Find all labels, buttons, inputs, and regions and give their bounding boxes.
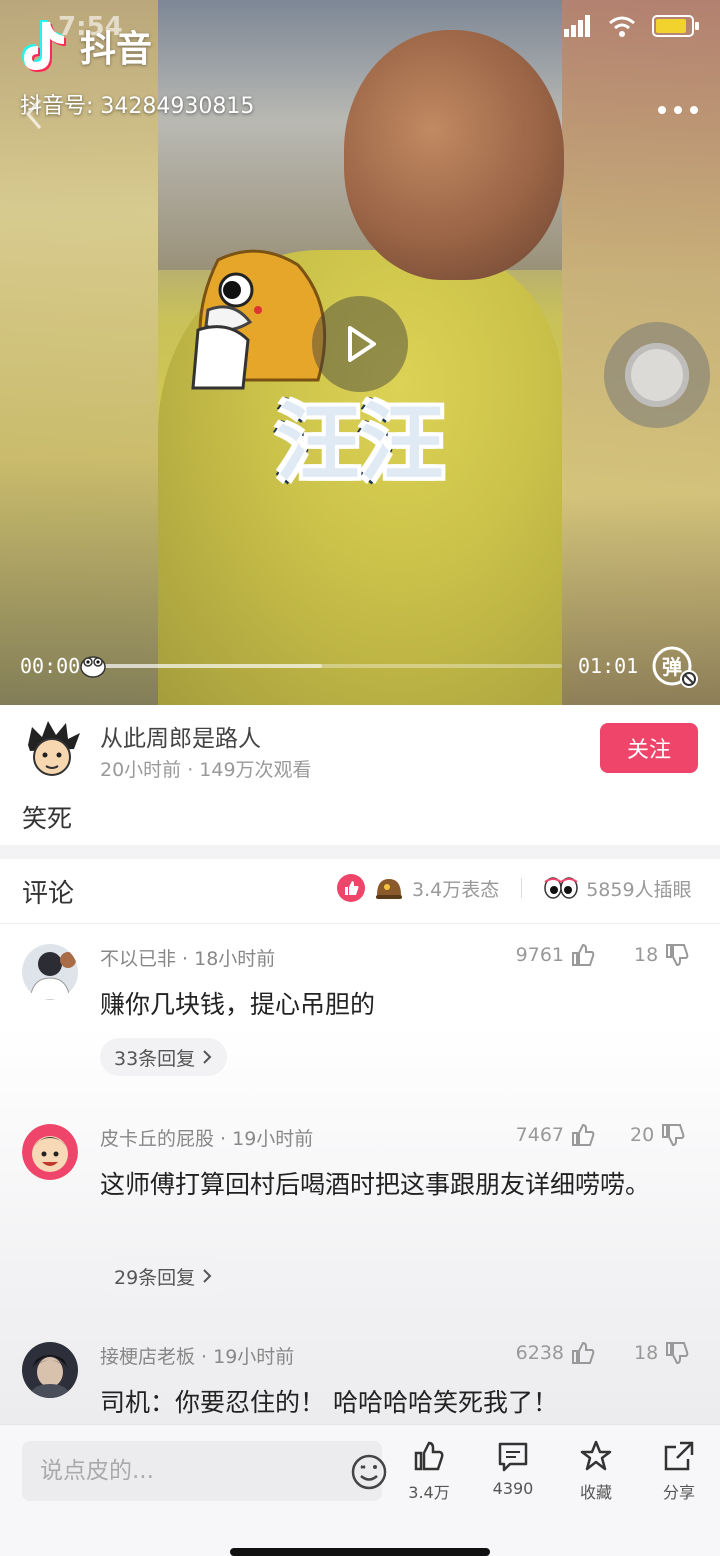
account-id: 抖音号: 34284930815 — [20, 94, 255, 119]
comment-bubble-icon — [498, 1442, 528, 1472]
floating-assistive-button[interactable] — [604, 322, 710, 428]
favorite-action[interactable]: 收藏 — [561, 1439, 631, 1503]
comment-replies-button[interactable]: 29条回复 — [100, 1257, 228, 1295]
comment-text: 这师傅打算回村后喝酒时把这事跟朋友详细唠唠。 — [100, 1170, 651, 1199]
comment-replies-label: 33条回复 — [114, 1047, 196, 1070]
progress-knob-frog-icon[interactable] — [80, 652, 106, 678]
wifi-icon — [609, 16, 635, 37]
share-label: 分享 — [662, 1483, 695, 1502]
app-logo: 抖音 — [20, 18, 152, 74]
video-caption: 笑死 — [22, 804, 73, 833]
more-options-icon[interactable] — [656, 100, 700, 120]
like-action[interactable]: 3.4万 — [394, 1439, 464, 1503]
duration: 01:01 — [578, 654, 639, 678]
comment-dislike-count: 18 — [634, 1342, 659, 1364]
author-section: 从此周郎是路人 20小时前 · 149万次观看 关注 笑死 — [0, 705, 720, 845]
video-person-head — [344, 30, 564, 280]
status-icons — [564, 14, 700, 38]
home-indicator[interactable] — [230, 1548, 490, 1556]
comment-like-count: 7467 — [515, 1124, 564, 1146]
back-icon[interactable] — [22, 96, 46, 132]
comment-like-button[interactable]: 9761 — [0, 942, 596, 968]
thumbs-up-icon — [572, 1341, 595, 1364]
app-logo-text: 抖音 — [80, 29, 153, 70]
comment-dislike-count: 18 — [634, 944, 659, 966]
comment-item: 接梗店老板 · 19小时前 6238 18 司机：你要忍住的！ 哈哈哈哈笑死我了… — [0, 1322, 720, 1424]
bottom-bar: 3.4万 4390 收藏 分享 — [0, 1424, 720, 1556]
chevron-right-icon — [203, 1269, 212, 1283]
tiktok-note-icon — [22, 20, 66, 72]
thumbs-up-icon — [572, 1123, 595, 1146]
floating-button-core — [625, 343, 689, 407]
helmet-reaction-icon — [376, 879, 402, 899]
danmaku-label: 弹 — [662, 655, 682, 679]
comment-item: 皮卡丘的屁股 · 19小时前 7467 20 这师傅打算回村后喝酒时把这事跟朋友… — [0, 1104, 720, 1326]
comment-text: 司机：你要忍住的！ 哈哈哈哈笑死我了！ — [100, 1388, 558, 1417]
author-meta: 20小时前 · 149万次观看 — [100, 759, 312, 781]
eyes-count: 5859人插眼 — [586, 878, 692, 901]
play-icon — [348, 326, 376, 362]
star-icon — [580, 1440, 612, 1471]
reactions-summary[interactable]: 3.4万表态 5859人插眼 — [336, 873, 692, 903]
comment-dislike-button[interactable]: 20 — [630, 1122, 710, 1148]
like-reaction-icon — [337, 874, 365, 902]
follow-button[interactable]: 关注 — [600, 723, 698, 773]
author-name[interactable]: 从此周郎是路人 — [100, 719, 261, 753]
comment-replies-button[interactable]: 33条回复 — [100, 1038, 228, 1076]
comment-like-count: 9761 — [515, 944, 564, 966]
favorite-label: 收藏 — [579, 1483, 612, 1502]
danmaku-toggle-button[interactable]: 弹 — [652, 646, 700, 690]
duck-sticker — [191, 249, 327, 390]
signal-icon — [564, 15, 590, 37]
thumbs-up-icon — [414, 1441, 444, 1471]
reactions-separator — [521, 878, 523, 898]
share-action[interactable]: 分享 — [644, 1439, 714, 1503]
battery-icon — [652, 15, 699, 37]
video-player[interactable]: 汪汪 7:54 抖音 抖音号: 34284930815 00:00 01:01 … — [0, 0, 720, 705]
play-button[interactable] — [312, 296, 408, 392]
comment-dislike-button[interactable]: 18 — [634, 942, 714, 968]
comment-like-count: 6238 — [515, 1342, 564, 1364]
comment-action[interactable]: 4390 — [478, 1439, 548, 1498]
comment-like-button[interactable]: 6238 — [0, 1340, 596, 1366]
current-time: 00:00 — [20, 654, 81, 678]
chevron-right-icon — [203, 1050, 212, 1064]
reactions-count: 3.4万表态 — [412, 878, 500, 901]
eyes-icon — [544, 877, 578, 899]
comment-action-count: 4390 — [492, 1479, 534, 1498]
comments-header: 评论 3.4万表态 5859人插眼 — [0, 859, 720, 923]
comment-text: 赚你几块钱，提心吊胆的 — [100, 990, 376, 1019]
comments-title: 评论 — [22, 879, 75, 909]
comment-replies-label: 29条回复 — [114, 1266, 196, 1289]
thumbs-up-icon — [572, 943, 595, 966]
comment-list[interactable]: 不以已非 · 18小时前 9761 18 赚你几块钱，提心吊胆的 33条回复 皮… — [0, 924, 720, 1424]
comment-dislike-count: 20 — [630, 1124, 655, 1146]
comment-dislike-button[interactable]: 18 — [634, 1340, 714, 1366]
section-divider — [0, 845, 720, 859]
progress-bar[interactable] — [100, 664, 562, 668]
comment-like-button[interactable]: 7467 — [0, 1122, 596, 1148]
emoji-icon[interactable] — [350, 1453, 388, 1491]
comment-item: 不以已非 · 18小时前 9761 18 赚你几块钱，提心吊胆的 33条回复 — [0, 924, 720, 1102]
like-action-count: 3.4万 — [408, 1483, 450, 1502]
share-icon — [664, 1441, 694, 1471]
thumbs-down-icon — [662, 1124, 685, 1147]
danmaku-off-icon: 弹 — [652, 646, 698, 688]
thumbs-down-icon — [666, 944, 689, 967]
comment-input-box[interactable] — [22, 1441, 387, 1501]
thumbs-down-icon — [666, 1342, 689, 1365]
author-avatar[interactable] — [22, 719, 82, 779]
progress-fill — [100, 664, 322, 668]
comment-input[interactable] — [22, 1441, 322, 1501]
sticker-caption: 汪汪 — [273, 391, 447, 495]
